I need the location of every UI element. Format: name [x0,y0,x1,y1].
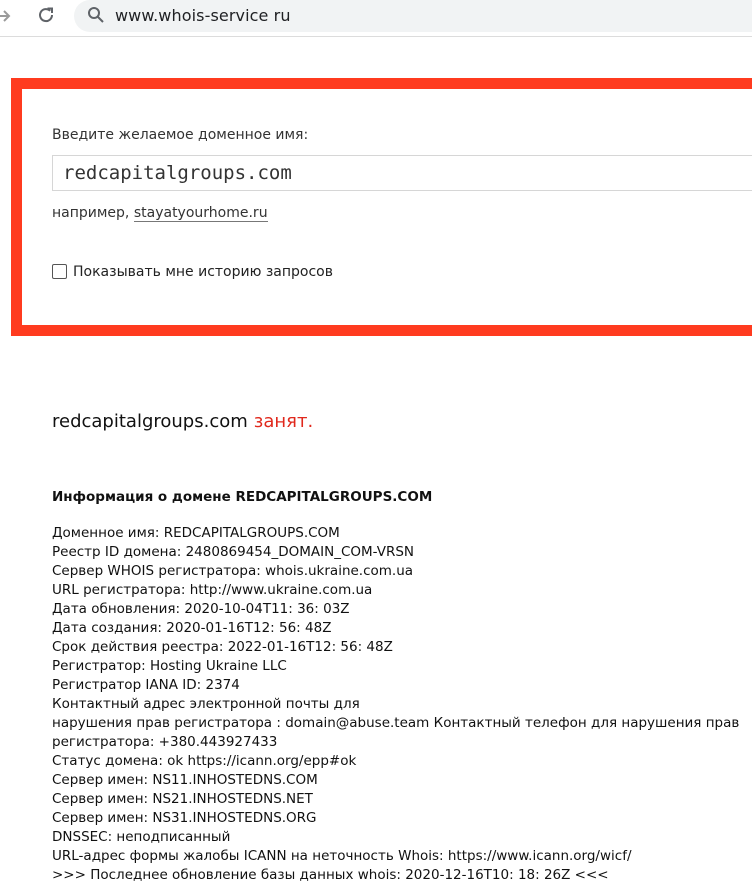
info-line: Дата обновления: 2020-10-04T11: 36: 03Z [52,601,350,617]
info-line: Сервер имен: NS11.INHOSTEDNS.COM [52,772,318,788]
history-checkbox[interactable] [52,264,67,279]
search-icon [87,6,105,24]
info-line: регистратора: +380.443927433 [52,734,278,750]
info-line: Сервер WHOIS регистратора: whois.ukraine… [52,563,414,579]
domain-status: redcapitalgroups.com занят. [52,411,313,432]
info-line: URL регистратора: http://www.ukraine.com… [52,582,373,598]
info-line: Сервер имен: NS31.INHOSTEDNS.ORG [52,810,317,826]
info-line: Дата создания: 2020-01-16T12: 56: 48Z [52,620,332,636]
info-line: Доменное имя: REDCAPITALGROUPS.COM [52,525,340,541]
whois-info-list: Доменное имя: REDCAPITALGROUPS.COM Реест… [52,524,742,885]
info-line: >>> Последнее обновление базы данных who… [52,867,609,883]
browser-toolbar: www.whois-service ru [0,0,752,37]
address-bar-url[interactable]: www.whois-service ru [115,6,291,26]
domain-search-input[interactable] [52,155,752,191]
example-hint: например, stayatyourhome.ru [52,205,268,222]
info-line: DNSSEC: неподписанный [52,829,231,845]
result-domain: redcapitalgroups.com [52,411,248,432]
forward-arrow-icon[interactable] [0,6,12,26]
info-line: URL-адрес формы жалобы ICANN на неточнос… [52,848,632,864]
info-line: Контактный адрес электронной почты для [52,696,360,712]
info-line: Сервер имен: NS21.INHOSTEDNS.NET [52,791,313,807]
status-badge: занят. [253,411,314,432]
history-checkbox-label[interactable]: Показывать мне историю запросов [73,264,333,280]
info-heading: Информация о домене REDCAPITALGROUPS.COM [52,489,433,505]
info-line: Реестр ID домена: 2480869454_DOMAIN_COM-… [52,544,415,560]
history-option[interactable]: Показывать мне историю запросов [52,264,333,284]
example-link[interactable]: stayatyourhome.ru [133,205,268,222]
domain-prompt-label: Введите желаемое доменное имя: [52,127,309,143]
info-line: нарушения прав регистратора : domain@abu… [52,715,740,731]
info-line: Статус домена: ok https://icann.org/epp#… [52,753,357,769]
info-line: Срок действия реестра: 2022-01-16T12: 56… [52,639,393,655]
info-line: Регистратор IANA ID: 2374 [52,677,240,693]
reload-icon[interactable] [35,4,57,26]
info-line: Регистратор: Hosting Ukraine LLC [52,658,287,674]
example-prefix: например, [52,205,130,221]
